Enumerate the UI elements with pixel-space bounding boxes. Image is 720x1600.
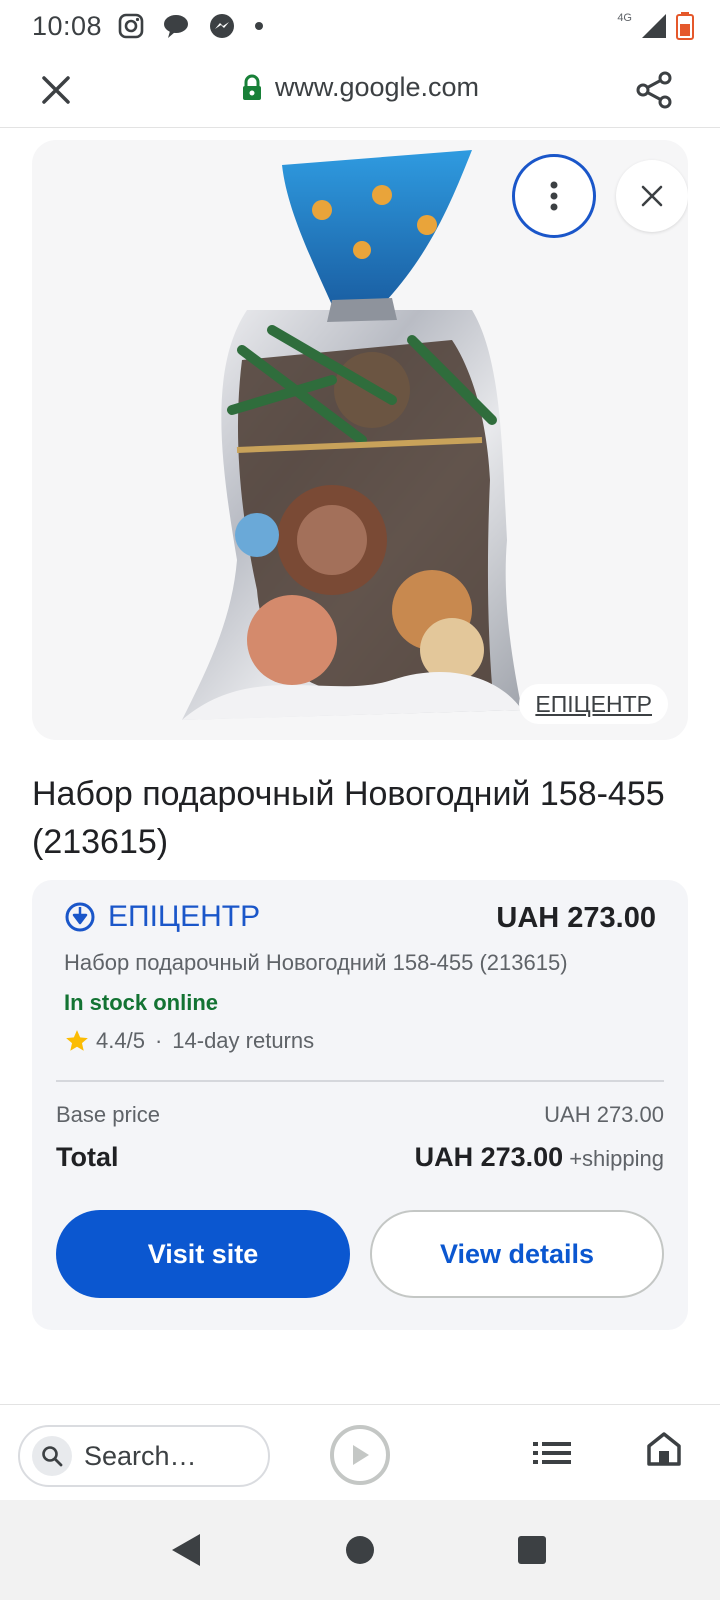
status-bar: 10:08 4G (0, 0, 720, 52)
merchant-link[interactable]: ЕПІЦЕНТР (64, 900, 260, 934)
home-nav-icon[interactable] (346, 1536, 374, 1564)
returns-policy: 14-day returns (172, 1028, 315, 1053)
rating-row: 4.4/5 · 14-day returns (64, 1028, 314, 1054)
product-image[interactable] (32, 140, 688, 740)
divider (56, 1080, 664, 1082)
recents-icon[interactable] (518, 1536, 546, 1564)
notification-icons (118, 12, 264, 40)
messenger-icon (210, 14, 235, 38)
dot-icon (255, 22, 264, 30)
more-vert-icon (550, 181, 558, 211)
total-value: UAH 273.00 (414, 1142, 564, 1172)
browser-toolbar: www.google.com (0, 52, 720, 128)
base-price-label: Base price (56, 1102, 160, 1127)
merchant-name: ЕПІЦЕНТР (108, 900, 261, 933)
tabs-list-button[interactable] (530, 1431, 574, 1475)
status-time: 10:08 (32, 10, 103, 41)
share-button[interactable] (632, 68, 676, 112)
url-text: www.google.com (274, 72, 480, 102)
lock-icon (242, 74, 261, 100)
instagram-icon (118, 13, 144, 39)
close-icon (641, 185, 663, 207)
offer-price: UAH 273.00 (496, 902, 656, 934)
view-details-button[interactable]: View details (370, 1210, 664, 1298)
list-icon (533, 1442, 571, 1464)
play-button[interactable] (330, 1425, 390, 1485)
system-navigation (0, 1500, 720, 1600)
home-icon (647, 1432, 681, 1466)
play-icon (353, 1445, 369, 1465)
close-image-button[interactable] (616, 160, 688, 232)
bottom-toolbar: Search… (0, 1404, 720, 1500)
star-icon (66, 1030, 88, 1051)
more-options-button[interactable] (512, 154, 596, 238)
rating-separator: · (154, 1028, 163, 1053)
search-icon (32, 1436, 72, 1476)
shipping-note: +shipping (569, 1146, 664, 1171)
image-source-chip[interactable]: ЕПІЦЕНТР (519, 684, 668, 724)
offer-card: ЕПІЦЕНТР UAH 273.00 Набор подарочный Нов… (32, 880, 688, 1330)
offer-description: Набор подарочный Новогодний 158-455 (213… (64, 950, 568, 975)
merchant-logo-icon (65, 902, 95, 932)
search-input[interactable]: Search… (18, 1425, 270, 1487)
chat-bubble-icon (164, 15, 189, 38)
base-price-value: UAH 273.00 (544, 1102, 664, 1127)
rating-value: 4.4/5 (96, 1028, 145, 1053)
product-title: Набор подарочный Новогодний 158-455 (213… (32, 775, 665, 861)
back-icon[interactable] (168, 1530, 208, 1570)
battery-icon (676, 12, 694, 40)
total-price: UAH 273.00 +shipping (415, 1142, 664, 1173)
search-placeholder: Search… (84, 1440, 197, 1471)
total-label: Total (56, 1142, 119, 1172)
url-field[interactable]: www.google.com (0, 72, 720, 103)
home-button[interactable] (642, 1427, 686, 1471)
signal-icon (642, 14, 666, 38)
network-label: 4G (617, 12, 632, 24)
system-status: 4G (617, 12, 694, 40)
share-icon (636, 71, 672, 109)
stock-status: In stock online (64, 990, 219, 1015)
visit-site-button[interactable]: Visit site (56, 1210, 350, 1298)
product-image-panel: ЕПІЦЕНТР (32, 140, 688, 740)
